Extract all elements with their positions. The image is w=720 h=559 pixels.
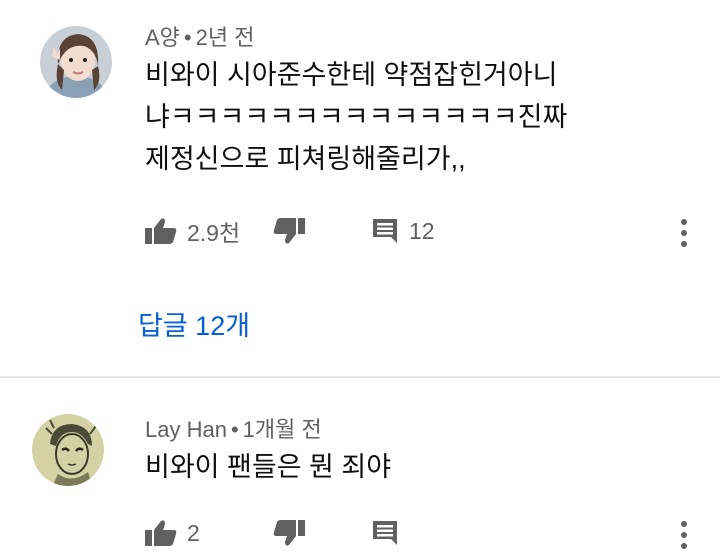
comment-meta: A양 • 2년 전 bbox=[145, 20, 254, 52]
more-vert-icon[interactable] bbox=[680, 521, 688, 549]
thumbs-down-icon bbox=[273, 218, 305, 244]
author-name[interactable]: A양 bbox=[145, 25, 180, 50]
author-name[interactable]: Lay Han bbox=[145, 417, 227, 442]
thumbs-up-icon bbox=[145, 218, 177, 244]
avatar[interactable] bbox=[40, 26, 112, 98]
comment-meta: Lay Han • 1개월 전 bbox=[145, 412, 322, 444]
comment-time[interactable]: 2년 전 bbox=[196, 25, 255, 50]
reply-button[interactable] bbox=[371, 513, 399, 553]
reply-button[interactable]: 12 bbox=[371, 211, 435, 251]
avatar-drawing-icon bbox=[32, 414, 104, 486]
like-button[interactable]: 2.9천 bbox=[145, 211, 240, 251]
comment-icon bbox=[373, 219, 397, 243]
comment-icon bbox=[373, 521, 397, 545]
avatar[interactable] bbox=[32, 414, 104, 486]
comment-time[interactable]: 1개월 전 bbox=[243, 417, 322, 442]
meta-separator: • bbox=[183, 25, 192, 50]
like-count: 2.9천 bbox=[187, 220, 241, 246]
comment-text: 비와이 시아준수한테 약점잡힌거아니 냐ㅋㅋㅋㅋㅋㅋㅋㅋㅋㅋㅋㅋㅋㅋ진짜 제정신… bbox=[145, 60, 568, 174]
more-vert-icon[interactable] bbox=[680, 219, 688, 247]
view-replies-link[interactable]: 답글 12개 bbox=[138, 304, 250, 343]
comment-actions: 2 bbox=[145, 513, 720, 553]
comment-actions: 2.9천 12 bbox=[145, 211, 720, 251]
dislike-button[interactable] bbox=[273, 513, 305, 553]
thumbs-down-icon bbox=[273, 520, 305, 546]
comment-thread-2: Lay Han • 1개월 전 비와이 팬들은 뭔 죄야 2 bbox=[0, 378, 720, 559]
like-count: 2 bbox=[187, 519, 200, 546]
dislike-button[interactable] bbox=[273, 211, 305, 251]
reply-count: 12 bbox=[409, 217, 435, 244]
comment-thread-1: A양 • 2년 전 비와이 시아준수한테 약점잡힌거아니 냐ㅋㅋㅋㅋㅋㅋㅋㅋㅋㅋㅋㅋ… bbox=[0, 0, 720, 378]
like-button[interactable]: 2 bbox=[145, 513, 200, 553]
comment-text: 비와이 팬들은 뭔 죄야 bbox=[145, 452, 392, 482]
meta-separator: • bbox=[230, 417, 239, 442]
avatar-photo-icon bbox=[40, 26, 112, 98]
thumbs-up-icon bbox=[145, 520, 177, 546]
